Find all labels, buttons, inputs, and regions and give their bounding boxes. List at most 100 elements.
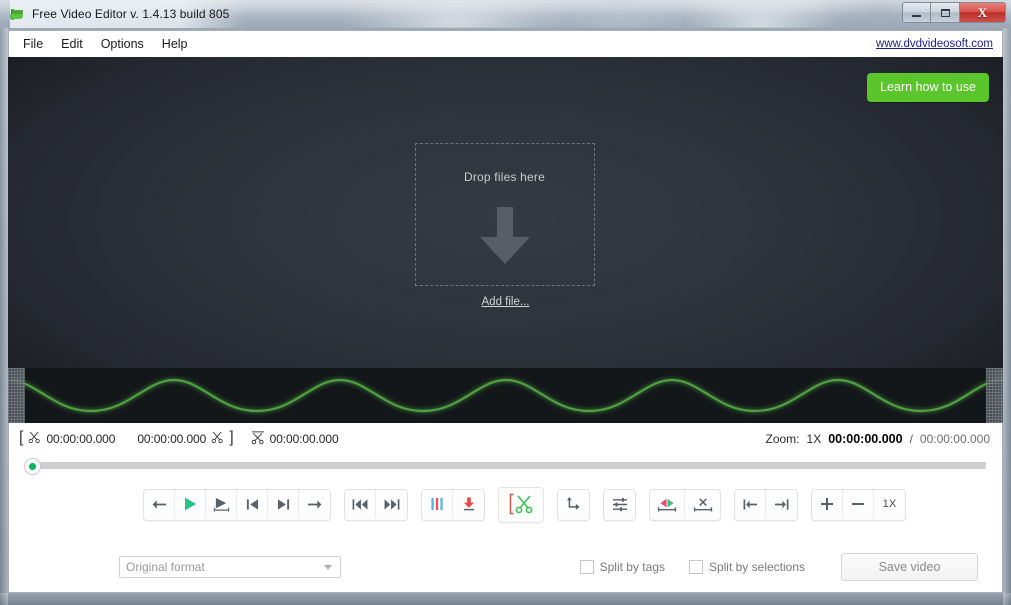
minus-icon [852, 503, 864, 505]
toolbar-group-edges [734, 489, 798, 521]
chevron-down-icon [324, 564, 332, 570]
close-icon: X [977, 5, 988, 20]
fast-forward-button[interactable] [376, 490, 407, 518]
delete-selection-button[interactable] [685, 490, 720, 518]
toolbar-group-cut [498, 487, 544, 523]
toolbar-group-settings [603, 489, 636, 521]
menu-item-options[interactable]: Options [93, 34, 152, 54]
jump-prev-marker-button[interactable] [237, 490, 268, 518]
rotate-button[interactable] [558, 490, 589, 518]
right-trim-handle[interactable] [986, 368, 1003, 423]
time-separator: / [909, 432, 913, 446]
seek-thumb[interactable] [24, 458, 41, 475]
window-left-edge [0, 28, 8, 605]
toolbar-group-navigation [344, 489, 408, 521]
menu-bar: File Edit Options Help www.dvdvideosoft.… [8, 30, 1003, 57]
selection-end-bracket: ] [229, 429, 234, 446]
down-arrow-icon [478, 207, 532, 270]
cut-button[interactable] [499, 488, 543, 520]
window-right-edge [1003, 28, 1011, 605]
selection-start-bracket: [ [19, 429, 24, 446]
video-preview-panel: Learn how to use Drop files here Add fil… [8, 57, 1003, 368]
invert-selection-button[interactable] [650, 490, 685, 518]
playback-toolbar: 1X [9, 487, 1002, 523]
play-button[interactable] [175, 490, 206, 518]
website-link[interactable]: www.dvdvideosoft.com [876, 38, 993, 50]
split-by-selections-checkbox[interactable]: Split by selections [688, 560, 805, 574]
rotate-arrow-icon [566, 496, 580, 510]
application-window: Free Video Editor v. 1.4.13 build 805 X … [0, 0, 1011, 605]
split-by-tags-label: Split by tags [599, 560, 665, 574]
snap-right-icon [775, 498, 789, 510]
current-time: 00:00:00.000 [828, 432, 903, 446]
down-insert-icon [463, 497, 474, 511]
zoom-in-button[interactable] [812, 490, 843, 518]
title-bar[interactable]: Free Video Editor v. 1.4.13 build 805 X [0, 0, 1011, 28]
split-by-selections-label: Split by selections [708, 560, 805, 574]
selection-range-group: [ 00:00:00.000 00:00:00.000] [19, 429, 234, 447]
dropzone-container: Drop files here Add file... [414, 143, 597, 310]
go-to-start-button[interactable] [735, 490, 766, 518]
menu-item-edit[interactable]: Edit [53, 34, 91, 54]
seek-track[interactable] [29, 462, 986, 469]
adjust-settings-button[interactable] [604, 490, 635, 518]
editor-controls-area: [ 00:00:00.000 00:00:00.000] 00:00:00.0… [8, 423, 1003, 593]
dropzone-label: Drop files here [463, 170, 546, 184]
close-button[interactable]: X [960, 2, 1006, 23]
zoom-out-button[interactable] [843, 490, 874, 518]
rewind-button[interactable] [345, 490, 376, 518]
maximize-button[interactable] [931, 2, 960, 23]
add-file-link[interactable]: Add file... [482, 296, 530, 308]
checkbox-box-selections[interactable] [688, 560, 703, 574]
delete-range-icon [693, 497, 712, 512]
waveform-curve [8, 378, 1003, 413]
maximize-icon [940, 8, 950, 17]
go-to-end-button[interactable] [766, 490, 797, 518]
step-back-button[interactable] [144, 490, 175, 518]
toolbar-group-zoom: 1X [811, 489, 906, 521]
left-trim-handle[interactable] [8, 368, 25, 423]
scissors-icon-start[interactable] [28, 431, 41, 447]
step-forward-button[interactable] [299, 490, 330, 518]
output-format-value: Original format [126, 560, 205, 574]
minimize-icon [912, 14, 921, 17]
seek-slider[interactable] [9, 455, 1002, 475]
insert-marker-button[interactable] [453, 490, 484, 518]
invert-range-icon [657, 498, 677, 512]
sliders-icon [612, 497, 627, 511]
zoom-value: 1X [806, 432, 822, 446]
zoom-reset-button[interactable]: 1X [874, 490, 905, 518]
scissors-marker-icon[interactable] [251, 430, 265, 448]
play-selection-button[interactable] [206, 490, 237, 518]
color-bars-icon [430, 497, 443, 511]
snap-left-icon [743, 498, 757, 510]
skip-to-end-icon [277, 498, 289, 510]
arrow-right-icon [308, 499, 322, 509]
marker-time[interactable]: 00:00:00.000 [270, 432, 339, 446]
audio-waveform-strip[interactable] [8, 368, 1003, 423]
checkbox-box-tags[interactable] [579, 560, 594, 574]
scissors-bracket-icon [509, 493, 533, 515]
play-icon [184, 497, 196, 511]
title-bar-left: Free Video Editor v. 1.4.13 build 805 [10, 0, 246, 28]
zoom-label: Zoom: [765, 432, 800, 446]
menu-item-file[interactable]: File [15, 34, 51, 54]
save-video-button[interactable]: Save video [841, 553, 978, 581]
scissors-icon-end[interactable] [211, 431, 224, 447]
learn-how-to-use-button[interactable]: Learn how to use [867, 73, 989, 102]
zoom-and-time-info: Zoom: 1X 00:00:00.000 / 00:00:00.000 [766, 432, 991, 446]
file-dropzone[interactable]: Drop files here [414, 143, 595, 286]
toolbar-group-playback [143, 489, 331, 521]
jump-next-marker-button[interactable] [268, 490, 299, 518]
toolbar-group-selection [649, 489, 721, 521]
toolbar-group-rotate [557, 489, 590, 521]
add-tags-button[interactable] [422, 490, 453, 518]
split-by-tags-checkbox[interactable]: Split by tags [579, 560, 665, 574]
window-controls: X [902, 2, 1006, 23]
cut-end-time[interactable]: 00:00:00.000 [137, 432, 206, 446]
menu-item-help[interactable]: Help [154, 34, 196, 54]
window-title: Free Video Editor v. 1.4.13 build 805 [32, 7, 230, 21]
cut-start-time[interactable]: 00:00:00.000 [46, 432, 115, 446]
output-format-select[interactable]: Original format [119, 556, 341, 578]
minimize-button[interactable] [902, 2, 931, 23]
